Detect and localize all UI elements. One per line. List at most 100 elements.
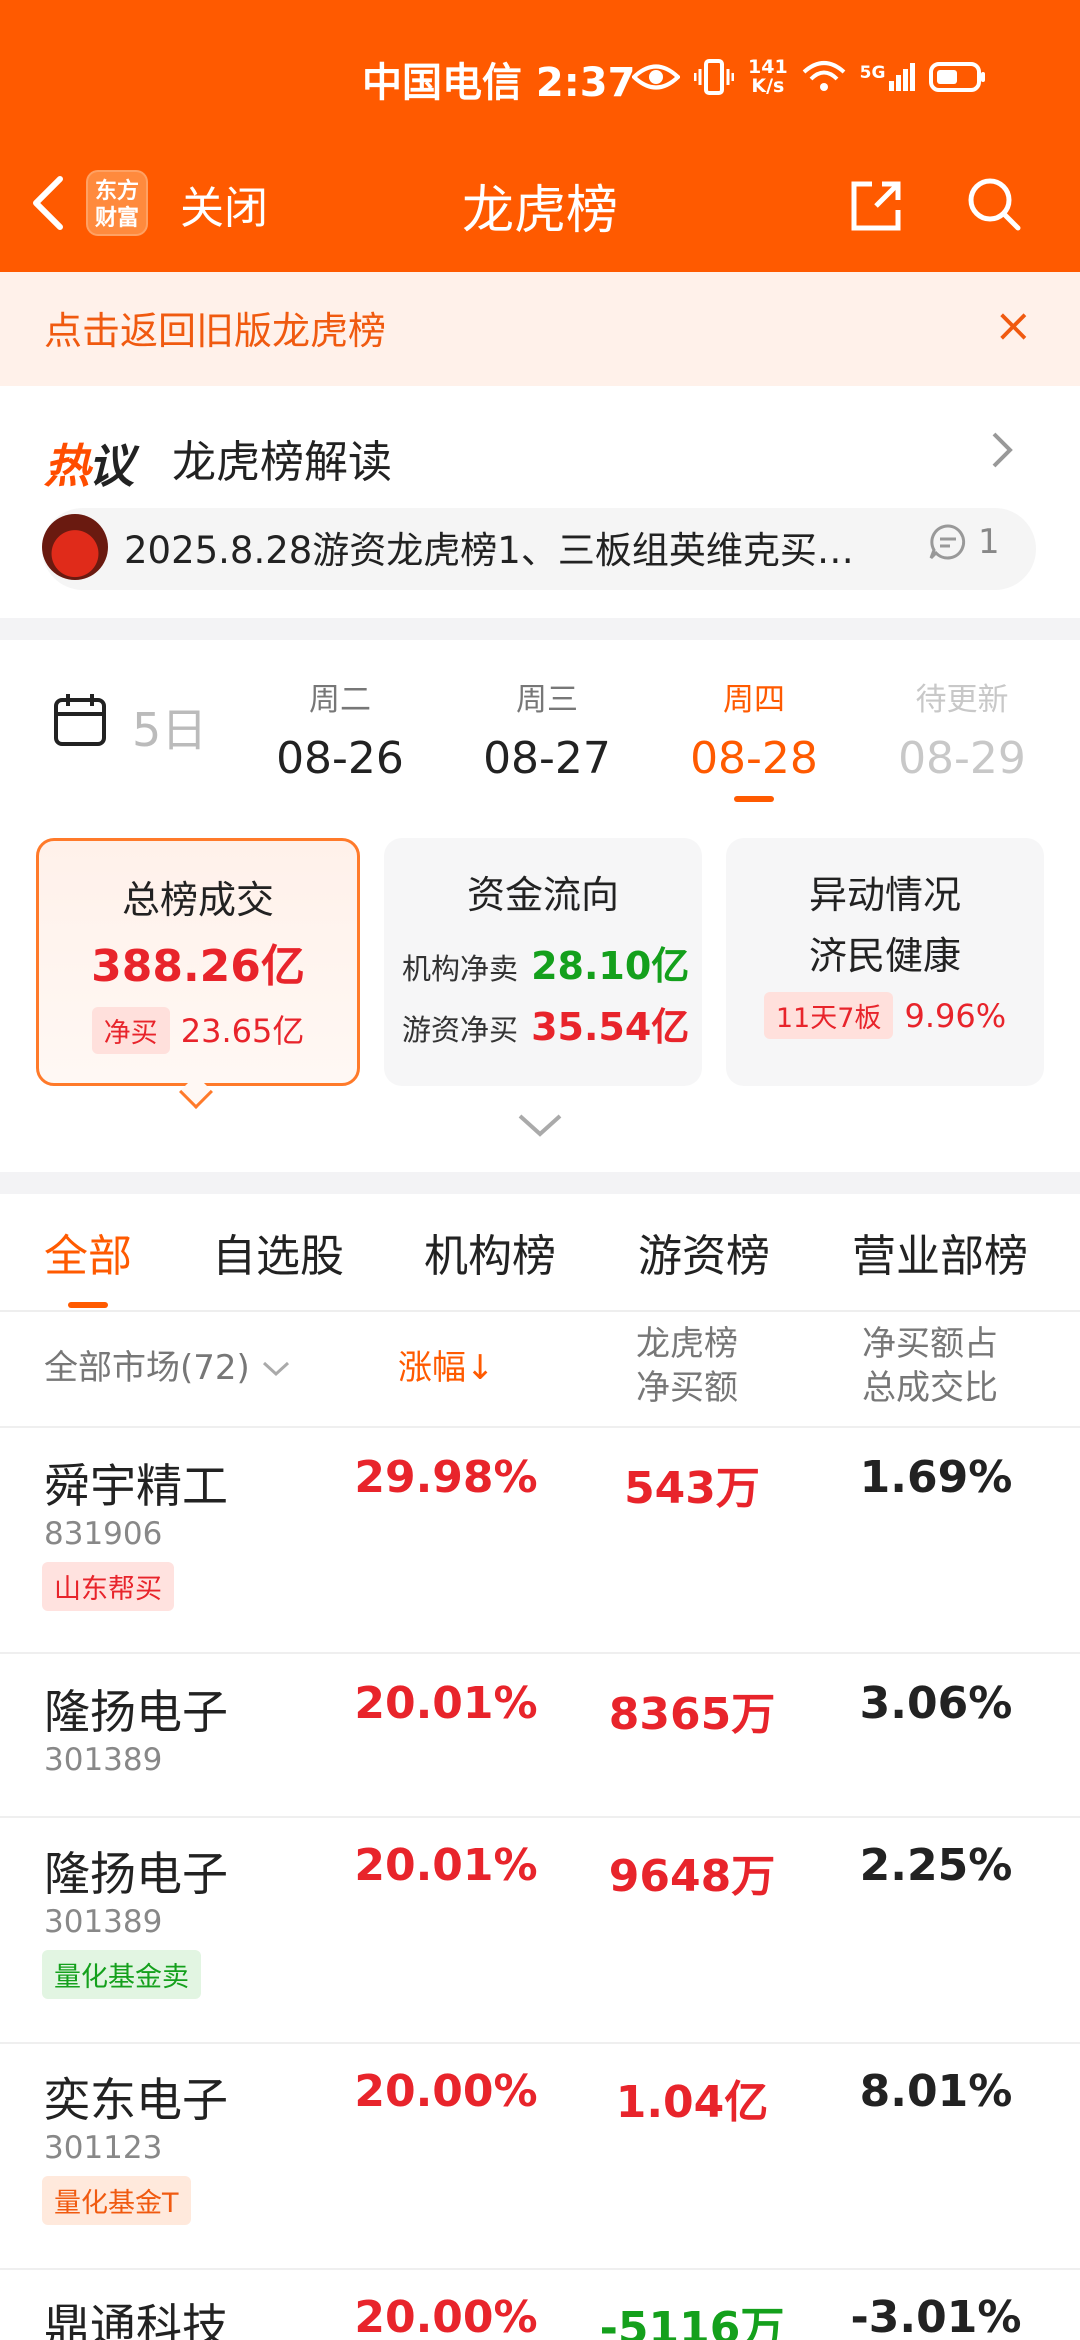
abnormal-stock-name: 济民健康 xyxy=(808,934,961,978)
total-turnover-card[interactable]: 总榜成交 388.26亿 净买 23.65亿 xyxy=(36,838,360,1086)
network-speed: 141 K/s xyxy=(748,58,788,96)
tab-selected-indicator xyxy=(68,1302,108,1308)
calendar-icon[interactable] xyxy=(52,692,108,748)
search-icon xyxy=(968,178,1021,231)
date-value: 08-26 xyxy=(276,733,404,784)
eye-icon xyxy=(632,64,680,90)
net-buy-amount: 1.04亿 xyxy=(615,2077,769,2128)
hot-money-net-buy-label: 游资净买 xyxy=(402,1013,519,1047)
net-buy-ratio: 1.69% xyxy=(859,1452,1013,1503)
header-line: 净买额占 xyxy=(862,1324,998,1364)
date-item-0829-pending[interactable]: 待更新 08-29 xyxy=(872,674,1052,784)
header-line: 总成交比 xyxy=(862,1368,998,1408)
date-item-0827[interactable]: 周三 08-27 xyxy=(457,674,637,784)
status-icons: 141 K/s 5G xyxy=(632,52,987,102)
chevron-right-icon[interactable] xyxy=(990,430,1014,481)
tab-divider xyxy=(0,1310,1080,1312)
stock-tag: 量化基金卖 xyxy=(42,1950,201,1999)
hot-topic-title[interactable]: 龙虎榜解读 xyxy=(172,426,392,490)
header-line: 龙虎榜 xyxy=(636,1324,738,1364)
card-title: 总榜成交 xyxy=(121,878,274,922)
net-buy-amount: 9648万 xyxy=(608,1851,776,1902)
stock-name: 鼎通科技 xyxy=(44,2299,228,2340)
stock-name: 隆扬电子 xyxy=(44,1685,228,1739)
speed-unit: K/s xyxy=(751,75,785,97)
market-filter-label: 全部市场(72) xyxy=(44,1348,250,1388)
tab-institution[interactable]: 机构榜 xyxy=(424,1220,556,1284)
market-filter[interactable]: 全部市场(72) xyxy=(44,1346,291,1390)
expand-chevron-icon[interactable] xyxy=(516,1110,564,1140)
stock-name: 舜宇精工 xyxy=(44,1459,228,1513)
tab-watchlist[interactable]: 自选股 xyxy=(212,1220,344,1284)
section-divider xyxy=(0,618,1080,640)
date-weekday: 周三 xyxy=(516,682,578,718)
abnormal-activity-card[interactable]: 异动情况 济民健康 11天7板 9.96% xyxy=(726,838,1044,1086)
section-divider xyxy=(0,1172,1080,1194)
tab-all[interactable]: 全部 xyxy=(44,1220,132,1284)
card-title: 异动情况 xyxy=(808,873,961,917)
net-buy-ratio: 2.25% xyxy=(859,1840,1013,1891)
card-title: 资金流向 xyxy=(466,873,619,917)
banner-close-icon[interactable]: × xyxy=(994,298,1033,352)
battery-icon xyxy=(929,62,986,92)
network-type: 5G xyxy=(859,63,886,83)
stock-code: 301123 xyxy=(44,2130,163,2166)
old-version-link[interactable]: 点击返回旧版龙虎榜 xyxy=(44,300,386,355)
change-value: 20.01% xyxy=(354,1678,538,1729)
date-faded[interactable]: 5日 xyxy=(132,694,207,760)
fund-flow-card[interactable]: 资金流向 机构净卖 28.10亿 游资净买 35.54亿 xyxy=(384,838,702,1086)
sort-by-ratio[interactable]: 净买额占 总成交比 xyxy=(862,1322,998,1410)
net-buy-value: 23.65亿 xyxy=(180,1012,305,1050)
tab-hot-money[interactable]: 游资榜 xyxy=(638,1220,770,1284)
date-weekday: 待更新 xyxy=(915,682,1009,718)
comment-count-value: 1 xyxy=(978,522,1000,562)
share-button[interactable] xyxy=(848,178,904,234)
share-icon xyxy=(851,181,901,231)
date-weekday: 周二 xyxy=(309,682,371,718)
vibrate-icon xyxy=(694,59,734,95)
stock-tag: 量化基金T xyxy=(42,2176,191,2225)
net-buy-ratio: 3.06% xyxy=(859,1678,1013,1729)
page-title: 龙虎榜 xyxy=(461,181,618,241)
tab-brokerage[interactable]: 营业部榜 xyxy=(852,1220,1028,1284)
date-item-0826[interactable]: 周二 08-26 xyxy=(250,674,430,784)
net-buy-ratio: 8.01% xyxy=(859,2066,1013,2117)
stock-name: 隆扬电子 xyxy=(44,1847,228,1901)
stock-tag: 山东帮买 xyxy=(42,1562,174,1611)
net-buy-amount: -5116万 xyxy=(599,2303,785,2340)
change-value: 20.00% xyxy=(354,2292,538,2340)
date-value: 08-27 xyxy=(483,733,611,784)
comment-count[interactable]: 1 xyxy=(928,522,1000,562)
hot-money-net-buy-value: 35.54亿 xyxy=(531,1005,690,1049)
date-selected-indicator xyxy=(734,796,774,802)
sort-by-net-buy[interactable]: 龙虎榜 净买额 xyxy=(636,1322,738,1410)
net-buy-amount: 8365万 xyxy=(608,1689,776,1740)
date-value: 08-28 xyxy=(690,733,818,784)
abnormal-change: 9.96% xyxy=(904,997,1007,1035)
stock-name: 奕东电子 xyxy=(44,2073,228,2127)
date-value: 08-29 xyxy=(898,733,1026,784)
wifi-icon xyxy=(802,61,846,91)
inst-net-sell-value: 28.10亿 xyxy=(531,944,690,988)
app-screen: 中国电信 2:37 141 K/s 5G 东方财富 关闭 龙虎榜 点击返回旧版龙虎… xyxy=(0,0,1080,2340)
streak-badge: 11天7板 xyxy=(763,992,894,1039)
net-buy-ratio: -3.01% xyxy=(850,2292,1022,2340)
header-line: 净买额 xyxy=(636,1368,738,1408)
stock-code: 301389 xyxy=(44,1904,163,1940)
search-button[interactable] xyxy=(966,176,1022,232)
hot-badge-right: 议 xyxy=(88,439,134,493)
comment-icon xyxy=(929,524,966,560)
net-buy-label: 净买 xyxy=(91,1007,170,1054)
hot-topic-text[interactable]: 2025.8.28游资龙虎榜1、三板组英维克买… xyxy=(124,520,904,574)
avatar xyxy=(42,514,108,580)
chevron-down-icon xyxy=(262,1361,289,1377)
change-value: 29.98% xyxy=(354,1452,538,1503)
net-buy-amount: 543万 xyxy=(624,1463,760,1514)
sort-by-change[interactable]: 涨幅↓ xyxy=(398,1346,495,1390)
inst-net-sell-label: 机构净卖 xyxy=(402,952,519,986)
date-weekday: 周四 xyxy=(723,682,785,718)
date-item-0828-selected[interactable]: 周四 08-28 xyxy=(664,674,844,784)
hot-badge-left: 热 xyxy=(44,439,90,493)
total-amount: 388.26亿 xyxy=(91,941,305,992)
status-carrier-time: 中国电信 2:37 xyxy=(362,60,636,106)
